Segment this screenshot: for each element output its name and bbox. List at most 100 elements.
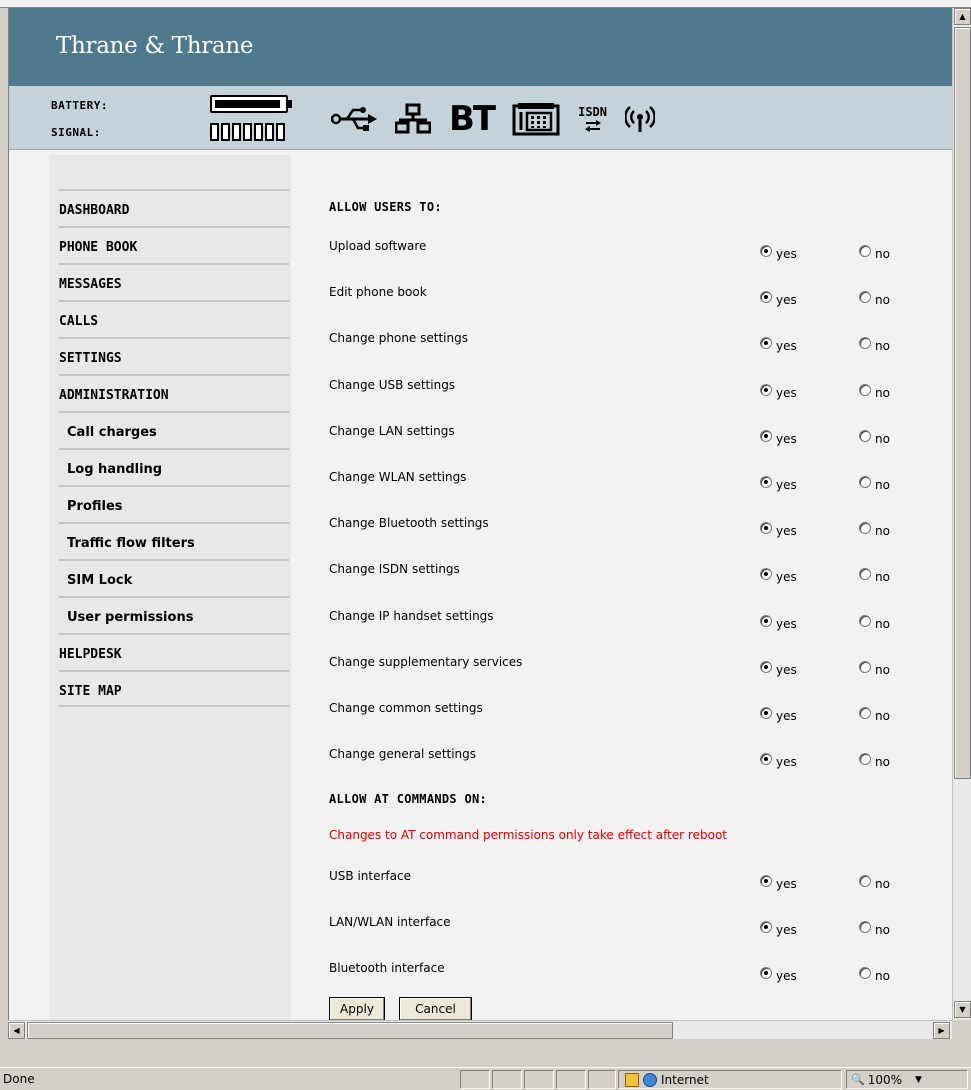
radio-no[interactable]: no xyxy=(859,380,890,400)
sidebar-item-site-map[interactable]: SITE MAP xyxy=(59,670,289,707)
radio-button-icon[interactable] xyxy=(859,476,871,488)
sidebar-item-dashboard[interactable]: DASHBOARD xyxy=(59,189,289,226)
radio-yes[interactable]: yes xyxy=(760,611,797,631)
vertical-scrollbar[interactable]: ▲ ▼ xyxy=(952,8,971,1020)
radio-button-icon[interactable] xyxy=(760,568,772,581)
radio-button-icon[interactable] xyxy=(760,291,772,304)
battery-icon xyxy=(210,95,288,113)
radio-button-icon[interactable] xyxy=(859,753,871,766)
radio-no[interactable]: no xyxy=(859,241,890,261)
radio-button-icon[interactable] xyxy=(760,337,772,350)
permission-row: Change ISDN settings yes no xyxy=(329,562,929,584)
scroll-down-arrow-icon[interactable]: ▼ xyxy=(954,1001,971,1018)
scroll-up-arrow-icon[interactable]: ▲ xyxy=(954,8,971,25)
radio-button-icon[interactable] xyxy=(859,660,871,673)
horizontal-scroll-thumb[interactable] xyxy=(27,1022,673,1039)
radio-yes[interactable]: yes xyxy=(760,963,797,983)
sidebar-item-traffic-flow-filters[interactable]: Traffic flow filters xyxy=(59,522,289,559)
permission-row: Upload software yes no xyxy=(329,239,929,261)
radio-button-icon[interactable] xyxy=(859,614,871,627)
signal-bar xyxy=(243,123,252,141)
sidebar-item-calls[interactable]: CALLS xyxy=(59,300,289,337)
radio-no[interactable]: no xyxy=(859,518,890,538)
permission-label: Edit phone book xyxy=(329,285,427,300)
sidebar-item-call-charges[interactable]: Call charges xyxy=(59,411,289,448)
radio-yes-label: yes xyxy=(776,293,797,308)
radio-yes[interactable]: yes xyxy=(760,917,797,937)
radio-no[interactable]: no xyxy=(859,564,890,584)
radio-button-icon[interactable] xyxy=(859,967,871,979)
radio-button-icon[interactable] xyxy=(760,476,772,488)
zoom-control[interactable]: 🔍 100% ▼ xyxy=(846,1070,968,1089)
radio-yes[interactable]: yes xyxy=(760,703,797,723)
lan-icon xyxy=(395,101,431,137)
cancel-button[interactable]: Cancel xyxy=(399,997,472,1020)
radio-no[interactable]: no xyxy=(859,472,890,492)
radio-yes[interactable]: yes xyxy=(760,657,797,677)
radio-button-icon[interactable] xyxy=(859,875,871,887)
radio-no[interactable]: no xyxy=(859,749,890,769)
radio-button-icon[interactable] xyxy=(760,522,772,535)
radio-yes[interactable]: yes xyxy=(760,472,797,492)
radio-button-icon[interactable] xyxy=(760,429,772,442)
radio-yes[interactable]: yes xyxy=(760,241,797,261)
radio-no[interactable]: no xyxy=(859,287,890,307)
vertical-scroll-thumb[interactable] xyxy=(954,27,971,779)
radio-yes[interactable]: yes xyxy=(760,564,797,584)
radio-button-icon[interactable] xyxy=(760,383,772,396)
radio-yes-label: yes xyxy=(776,877,797,891)
radio-button-icon[interactable] xyxy=(760,660,772,673)
signal-bar xyxy=(210,123,219,141)
radio-no[interactable]: no xyxy=(859,963,890,983)
radio-button-icon[interactable] xyxy=(859,568,871,581)
radio-yes[interactable]: yes xyxy=(760,749,797,769)
radio-no[interactable]: no xyxy=(859,917,890,937)
permission-row: Change common settings yes no xyxy=(329,701,929,723)
radio-button-icon[interactable] xyxy=(859,291,871,304)
radio-button-icon[interactable] xyxy=(760,921,772,933)
sidebar-item-phone-book[interactable]: PHONE BOOK xyxy=(59,226,289,263)
radio-no[interactable]: no xyxy=(859,333,890,353)
radio-button-icon[interactable] xyxy=(760,614,772,627)
sidebar-item-profiles[interactable]: Profiles xyxy=(59,485,289,522)
radio-yes[interactable]: yes xyxy=(760,333,797,353)
sidebar-item-messages[interactable]: MESSAGES xyxy=(59,263,289,300)
radio-button-icon[interactable] xyxy=(859,383,871,396)
radio-no-label: no xyxy=(875,247,890,261)
radio-yes[interactable]: yes xyxy=(760,871,797,891)
radio-button-icon[interactable] xyxy=(760,967,772,979)
sidebar-item-log-handling[interactable]: Log handling xyxy=(59,448,289,485)
radio-button-icon[interactable] xyxy=(760,875,772,887)
radio-yes[interactable]: yes xyxy=(760,287,797,307)
permission-row: Change Bluetooth settings yes no xyxy=(329,516,929,538)
radio-button-icon[interactable] xyxy=(859,522,871,535)
radio-button-icon[interactable] xyxy=(859,337,871,350)
sidebar-item-settings[interactable]: SETTINGS xyxy=(59,337,289,374)
radio-no[interactable]: no xyxy=(859,871,890,891)
radio-no[interactable]: no xyxy=(859,657,890,677)
permission-label: Change WLAN settings xyxy=(329,470,467,484)
security-zone[interactable]: Internet xyxy=(618,1070,842,1089)
radio-button-icon[interactable] xyxy=(859,429,871,442)
radio-yes[interactable]: yes xyxy=(760,518,797,538)
radio-yes[interactable]: yes xyxy=(760,380,797,400)
scroll-left-arrow-icon[interactable]: ◀ xyxy=(8,1022,25,1039)
sidebar-item-helpdesk[interactable]: HELPDESK xyxy=(59,633,289,670)
radio-no[interactable]: no xyxy=(859,703,890,723)
radio-button-icon[interactable] xyxy=(859,707,871,719)
status-cell xyxy=(492,1070,522,1089)
apply-button[interactable]: Apply xyxy=(329,997,385,1020)
radio-button-icon[interactable] xyxy=(760,707,772,719)
radio-button-icon[interactable] xyxy=(859,921,871,933)
radio-button-icon[interactable] xyxy=(760,753,772,766)
radio-button-icon[interactable] xyxy=(760,245,772,257)
radio-yes[interactable]: yes xyxy=(760,426,797,446)
horizontal-scrollbar[interactable]: ◀ ▶ xyxy=(8,1020,952,1039)
scroll-right-arrow-icon[interactable]: ▶ xyxy=(933,1022,950,1039)
sidebar-item-administration[interactable]: ADMINISTRATION xyxy=(59,374,289,411)
radio-button-icon[interactable] xyxy=(859,245,871,257)
radio-no[interactable]: no xyxy=(859,611,890,631)
sidebar-item-user-permissions[interactable]: User permissions xyxy=(59,596,289,633)
sidebar-item-sim-lock[interactable]: SIM Lock xyxy=(59,559,289,596)
radio-no[interactable]: no xyxy=(859,426,890,446)
